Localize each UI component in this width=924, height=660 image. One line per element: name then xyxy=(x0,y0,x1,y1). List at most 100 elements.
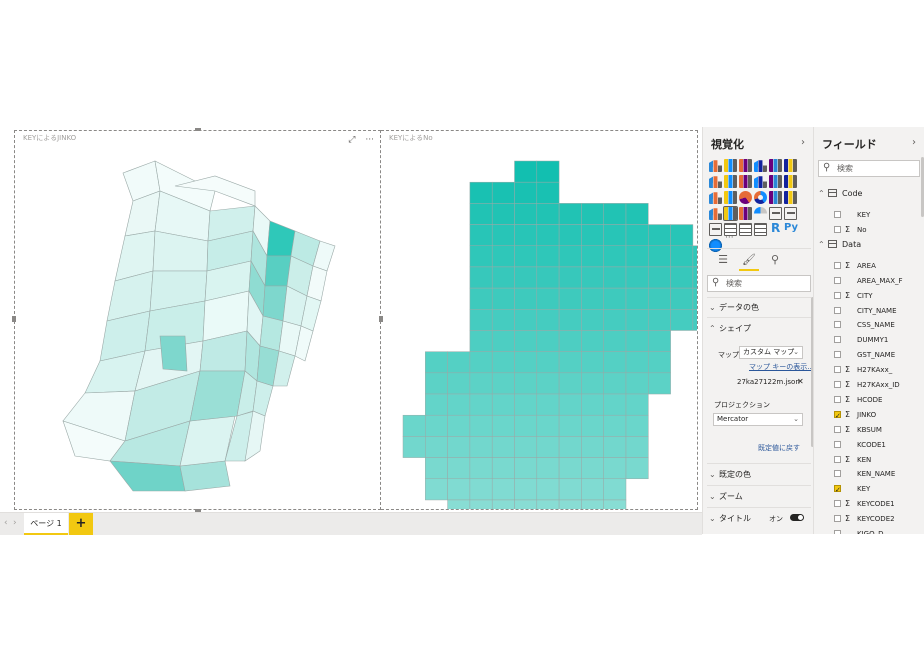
map-tile[interactable] xyxy=(469,499,493,509)
map-tile[interactable] xyxy=(558,224,582,246)
map-tile[interactable] xyxy=(625,372,649,395)
field-item[interactable]: GST_NAME xyxy=(834,348,920,362)
map-tile[interactable] xyxy=(648,372,671,395)
map-tile[interactable] xyxy=(536,478,560,501)
map-tile[interactable] xyxy=(625,266,649,289)
map-tile[interactable] xyxy=(514,287,538,310)
field-item[interactable]: Σ KEN xyxy=(834,453,920,467)
map-tile[interactable] xyxy=(447,414,471,437)
map-tile[interactable] xyxy=(581,414,604,437)
map-tile[interactable] xyxy=(536,309,560,331)
reset-default-link[interactable]: 既定値に戻す xyxy=(758,443,800,453)
map-tile[interactable] xyxy=(648,309,671,331)
map-tile[interactable] xyxy=(447,351,471,374)
map-tile[interactable] xyxy=(603,372,627,395)
field-item[interactable]: Σ AREA xyxy=(834,259,920,273)
map-tile[interactable] xyxy=(491,309,515,331)
ribbon-visual-icon[interactable] xyxy=(784,175,797,188)
map-tile[interactable] xyxy=(536,436,560,458)
map-tile[interactable] xyxy=(625,245,649,268)
field-item[interactable]: Σ KEYCODE2 xyxy=(834,512,920,526)
field-checkbox[interactable] xyxy=(834,366,841,374)
field-item[interactable]: CSS_NAME xyxy=(834,318,920,332)
map-tile[interactable] xyxy=(581,478,604,501)
field-item[interactable]: Σ No xyxy=(834,223,920,237)
map-tile[interactable] xyxy=(536,245,560,268)
line-column-visual-icon[interactable] xyxy=(754,176,767,188)
field-checkbox[interactable] xyxy=(834,409,841,423)
map-type-dropdown[interactable]: カスタム マップ ⌄ xyxy=(739,346,803,359)
section-shape[interactable]: ⌃ シェイプ xyxy=(709,323,751,334)
map-tile[interactable] xyxy=(447,457,471,480)
field-item[interactable]: Σ HCODE xyxy=(834,393,920,407)
map-tile[interactable] xyxy=(625,351,649,374)
map-tile[interactable] xyxy=(603,224,627,246)
map-tile[interactable] xyxy=(514,351,538,374)
field-checkbox[interactable] xyxy=(834,225,841,233)
map-tile[interactable] xyxy=(670,245,694,268)
map-tile[interactable] xyxy=(581,436,604,458)
map-tile[interactable] xyxy=(603,287,627,310)
map-tile[interactable] xyxy=(491,330,515,352)
map-tile[interactable] xyxy=(491,372,515,395)
clustered-bar-visual-icon[interactable] xyxy=(739,159,752,172)
map-tile[interactable] xyxy=(491,414,515,437)
map-tile[interactable] xyxy=(581,499,604,509)
map-tile[interactable] xyxy=(603,266,627,289)
map-tile[interactable] xyxy=(603,436,627,458)
map-tile[interactable] xyxy=(581,203,604,225)
chevron-right-icon[interactable]: › xyxy=(801,137,805,148)
map-tile[interactable] xyxy=(425,393,448,416)
map-tile[interactable] xyxy=(648,351,671,374)
map-tile[interactable] xyxy=(603,478,627,501)
map-tile[interactable] xyxy=(514,393,538,416)
map-tile[interactable] xyxy=(447,393,471,416)
scatter-visual-icon[interactable] xyxy=(724,191,737,204)
100-bar-visual-icon[interactable] xyxy=(769,159,782,172)
map-tile[interactable] xyxy=(558,393,582,416)
field-item[interactable]: CITY_NAME xyxy=(834,304,920,318)
map-tile[interactable] xyxy=(514,309,538,331)
map-tile[interactable] xyxy=(514,203,538,225)
map-tile[interactable] xyxy=(447,478,471,501)
map-tile[interactable] xyxy=(581,330,604,352)
map-tile[interactable] xyxy=(469,351,493,374)
funnel-visual-icon[interactable] xyxy=(739,207,752,220)
field-checkbox[interactable] xyxy=(834,440,841,448)
format-search-input[interactable]: ⚲ 検索 xyxy=(707,275,811,292)
map-tile[interactable] xyxy=(402,436,426,458)
map-tile[interactable] xyxy=(491,499,515,509)
field-item[interactable]: KEN_NAME xyxy=(834,467,920,481)
field-item[interactable]: DUMMY1 xyxy=(834,333,920,347)
map-tile[interactable] xyxy=(491,457,515,480)
map-tile[interactable] xyxy=(536,414,560,437)
map-tile[interactable] xyxy=(536,372,560,395)
filled-map-visual[interactable]: KEYによるJINKO ⤢ ··· xyxy=(12,128,383,512)
map-tile[interactable] xyxy=(491,203,515,225)
map-tile[interactable] xyxy=(469,457,493,480)
field-item[interactable]: KEY xyxy=(834,482,920,497)
map-tile[interactable] xyxy=(536,287,560,310)
map-tile[interactable] xyxy=(491,224,515,246)
stacked-area-visual-icon[interactable] xyxy=(739,175,752,188)
map-tile[interactable] xyxy=(536,224,560,246)
more-visuals-icon[interactable]: ··· xyxy=(725,233,734,243)
map-tile[interactable] xyxy=(469,393,493,416)
map-tile[interactable] xyxy=(603,309,627,331)
table-visual-icon[interactable] xyxy=(739,223,752,236)
filled-map-visual-icon[interactable] xyxy=(709,208,722,220)
map-tile[interactable] xyxy=(581,245,604,268)
map-tile[interactable] xyxy=(536,266,560,289)
field-item[interactable]: KCODE1 xyxy=(834,438,920,452)
map-tile[interactable] xyxy=(491,287,515,310)
map-tile[interactable] xyxy=(469,436,493,458)
map-tile[interactable] xyxy=(648,266,671,289)
map-tile[interactable] xyxy=(536,351,560,374)
map-tile[interactable] xyxy=(536,181,560,204)
map-tile[interactable] xyxy=(558,245,582,268)
map-tile[interactable] xyxy=(514,266,538,289)
map-tile[interactable] xyxy=(692,266,697,289)
map-tile[interactable] xyxy=(581,457,604,480)
map-tile[interactable] xyxy=(558,287,582,310)
map-tile[interactable] xyxy=(558,203,582,225)
